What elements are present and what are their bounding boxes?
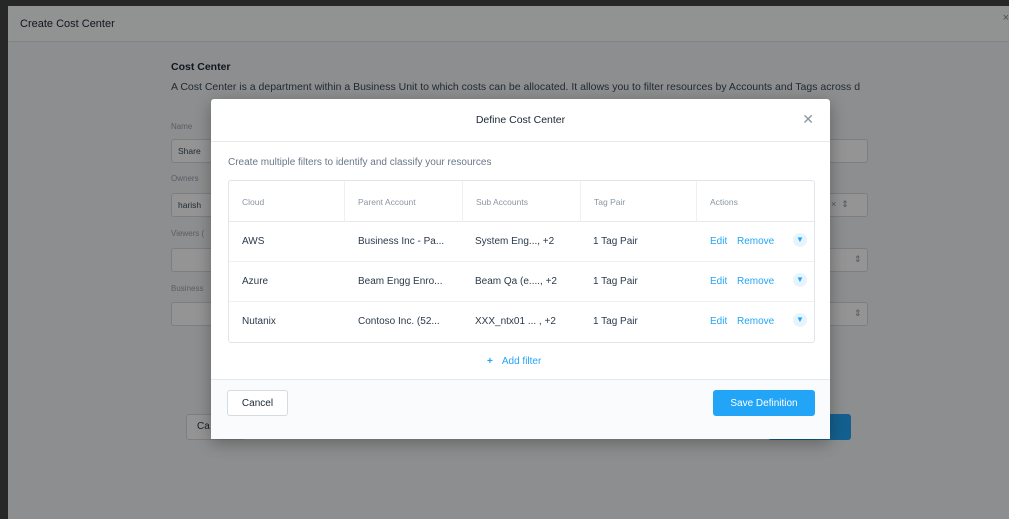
column-divider [462,181,463,222]
edit-link[interactable]: Edit [710,276,727,287]
table-header: Cloud Parent Account Sub Accounts Tag Pa… [229,181,814,222]
cell-parent-account: Business Inc - Pa... [358,236,445,247]
cancel-button[interactable]: Cancel [227,390,288,416]
cell-sub-accounts: Beam Qa (e...., +2 [475,276,557,287]
chevron-down-icon[interactable]: ▼ [793,313,807,327]
table-row: Azure Beam Engg Enro... Beam Qa (e...., … [229,262,814,302]
chevron-down-icon[interactable]: ▼ [793,273,807,287]
column-divider [344,181,345,222]
cell-parent-account: Beam Engg Enro... [358,276,443,287]
modal-title: Define Cost Center [475,114,566,126]
remove-link[interactable]: Remove [737,276,774,287]
cell-parent-account: Contoso Inc. (52... [358,316,440,327]
modal-footer: Cancel Save Definition [211,379,830,439]
close-icon[interactable]: ✕ [802,111,814,128]
column-header-tag-pair: Tag Pair [594,197,626,207]
column-header-parent-account: Parent Account [358,197,416,207]
cell-cloud: AWS [242,236,265,247]
cell-sub-accounts: System Eng..., +2 [475,236,555,247]
chevron-down-icon[interactable]: ▼ [793,233,807,247]
modal-subtitle: Create multiple filters to identify and … [228,157,492,168]
remove-link[interactable]: Remove [737,316,774,327]
cell-cloud: Azure [242,276,269,287]
cell-tag-pair: 1 Tag Pair [593,276,638,287]
column-divider [696,181,697,222]
cell-cloud: Nutanix [242,316,276,327]
cell-tag-pair: 1 Tag Pair [593,316,638,327]
remove-link[interactable]: Remove [737,236,774,247]
add-filter-button[interactable]: + Add filter [487,356,541,367]
table-row: Nutanix Contoso Inc. (52... XXX_ntx01 ..… [229,302,814,342]
plus-icon: + [487,356,493,367]
table-row: AWS Business Inc - Pa... System Eng..., … [229,222,814,262]
edit-link[interactable]: Edit [710,236,727,247]
column-header-sub-accounts: Sub Accounts [476,197,528,207]
add-filter-label: Add filter [501,356,542,367]
column-header-actions: Actions [710,197,738,207]
save-definition-button[interactable]: Save Definition [713,390,815,416]
cell-tag-pair: 1 Tag Pair [593,236,638,247]
filters-table: Cloud Parent Account Sub Accounts Tag Pa… [228,180,815,343]
column-header-cloud: Cloud [242,197,265,207]
column-divider [580,181,581,222]
cell-sub-accounts: XXX_ntx01 ... , +2 [475,316,556,327]
define-cost-center-modal: Define Cost Center ✕ Create multiple fil… [211,99,830,439]
modal-header: Define Cost Center ✕ [211,99,830,142]
edit-link[interactable]: Edit [710,316,727,327]
